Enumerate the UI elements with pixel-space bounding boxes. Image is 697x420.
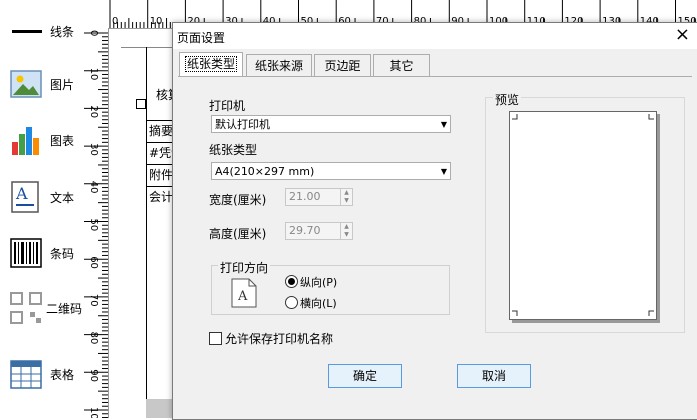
tool-image[interactable]: 图片 — [0, 64, 84, 104]
paper-type-select-value: A4(210×297 mm) — [215, 165, 315, 178]
orientation-page-icon: A — [231, 278, 257, 308]
svg-text:A: A — [15, 184, 28, 203]
ruler-label: 40 — [88, 181, 99, 194]
tool-text[interactable]: A 文本 — [0, 177, 84, 217]
save-printer-label[interactable]: 允许保存打印机名称 — [225, 330, 333, 347]
save-printer-checkbox[interactable] — [209, 332, 222, 345]
tool-barcode[interactable]: 条码 — [0, 233, 84, 273]
tab-paper-source[interactable]: 纸张来源 — [246, 54, 312, 77]
preview-page — [509, 111, 657, 320]
image-icon — [10, 70, 42, 98]
height-spinner[interactable]: 29.70 ▲ ▼ — [285, 222, 353, 240]
ruler-label: 60 — [88, 256, 99, 269]
chart-icon — [12, 127, 39, 155]
tool-text-label: 文本 — [50, 191, 75, 205]
dialog-title: 页面设置 — [177, 31, 226, 45]
tab-paper-type-label: 纸张类型 — [184, 56, 238, 72]
tool-table[interactable]: 表格 — [0, 354, 84, 394]
tool-table-label: 表格 — [50, 368, 75, 382]
paper-type-select[interactable]: A4(210×297 mm) ▼ — [211, 162, 451, 180]
ruler-label: 70 — [88, 294, 99, 307]
width-spinner[interactable]: 21.00 ▲ ▼ — [285, 188, 353, 206]
landscape-radio[interactable] — [285, 296, 298, 309]
tool-barcode-label: 条码 — [50, 247, 75, 261]
dropdown-arrow-icon: ▼ — [440, 120, 447, 129]
height-spinner-value: 29.70 — [289, 224, 321, 237]
spinner-arrows-icon[interactable]: ▲ ▼ — [340, 189, 352, 205]
printer-select-value: 默认打印机 — [215, 118, 270, 131]
barcode-icon — [10, 238, 42, 268]
text-icon: A — [11, 181, 39, 213]
tool-qrcode[interactable]: 二维码 — [0, 288, 84, 328]
cancel-button[interactable]: 取消 — [457, 364, 531, 388]
ruler-label: 80 — [88, 332, 99, 345]
orientation-title: 打印方向 — [218, 259, 271, 276]
height-label: 高度(厘米) — [209, 227, 267, 241]
width-spinner-value: 21.00 — [289, 190, 321, 203]
vertical-ruler: 0 10 20 30 40 50 60 70 80 90 100 — [84, 28, 109, 418]
orientation-page-letter: A — [237, 289, 248, 304]
dialog-titlebar[interactable]: 页面设置 × — [173, 23, 697, 49]
table-icon — [10, 360, 42, 389]
ruler-label: 100 — [88, 407, 99, 418]
line-icon — [12, 30, 42, 33]
tool-chart-label: 图表 — [50, 134, 75, 148]
dropdown-arrow-icon: ▼ — [440, 167, 447, 176]
preview-title: 预览 — [493, 91, 522, 108]
tool-line-label: 线条 — [50, 25, 75, 39]
canvas-table[interactable]: 摘要 #凭证 附件 会计 — [146, 120, 176, 220]
landscape-label[interactable]: 横向(L) — [300, 295, 337, 311]
toolbox-panel: 线条 图片 图表 A 文本 条码 二维码 表格 — [0, 0, 85, 418]
ruler-label: 30 — [88, 143, 99, 156]
tab-other[interactable]: 其它 — [373, 54, 430, 77]
ruler-corner — [84, 0, 109, 29]
close-icon[interactable]: × — [675, 25, 690, 45]
canvas-gray-strip — [146, 399, 172, 418]
paper-type-label: 纸张类型 — [209, 143, 258, 157]
portrait-radio[interactable] — [285, 275, 298, 288]
printer-select[interactable]: 默认打印机 ▼ — [211, 115, 451, 133]
ok-button[interactable]: 确定 — [328, 364, 402, 388]
ruler-label: 50 — [88, 219, 99, 232]
tool-qrcode-label: 二维码 — [46, 302, 83, 316]
tab-paper-type[interactable]: 纸张类型 — [179, 52, 243, 77]
ruler-label: 0 — [112, 16, 118, 27]
tab-margins-label: 页边距 — [324, 59, 361, 73]
tab-paper-source-label: 纸张来源 — [254, 59, 303, 73]
canvas-table-edge — [146, 47, 147, 399]
vertical-ruler-ticks: 0 10 20 30 40 50 60 70 80 90 100 — [84, 30, 108, 418]
selection-handle[interactable] — [136, 99, 146, 109]
page-setup-dialog: 页面设置 × 纸张类型 纸张来源 页边距 其它 打印机 默认打印机 ▼ 纸张类型… — [172, 22, 697, 420]
qrcode-icon — [10, 292, 42, 324]
ruler-label: 90 — [88, 369, 99, 382]
tool-chart[interactable]: 图表 — [0, 120, 84, 160]
tool-line[interactable]: 线条 — [0, 11, 84, 51]
printer-label: 打印机 — [209, 99, 246, 113]
ruler-label: 10 — [150, 16, 163, 27]
spinner-arrows-icon[interactable]: ▲ ▼ — [340, 223, 352, 239]
portrait-label[interactable]: 纵向(P) — [300, 274, 337, 290]
tab-margins[interactable]: 页边距 — [314, 54, 371, 77]
ruler-label: 10 — [88, 68, 99, 81]
ruler-label: 0 — [88, 30, 99, 36]
tool-image-label: 图片 — [50, 78, 75, 92]
width-label: 宽度(厘米) — [209, 193, 267, 207]
ruler-label: 20 — [88, 105, 99, 118]
preview-margin-marks — [512, 114, 654, 316]
tab-other-label: 其它 — [389, 59, 414, 73]
